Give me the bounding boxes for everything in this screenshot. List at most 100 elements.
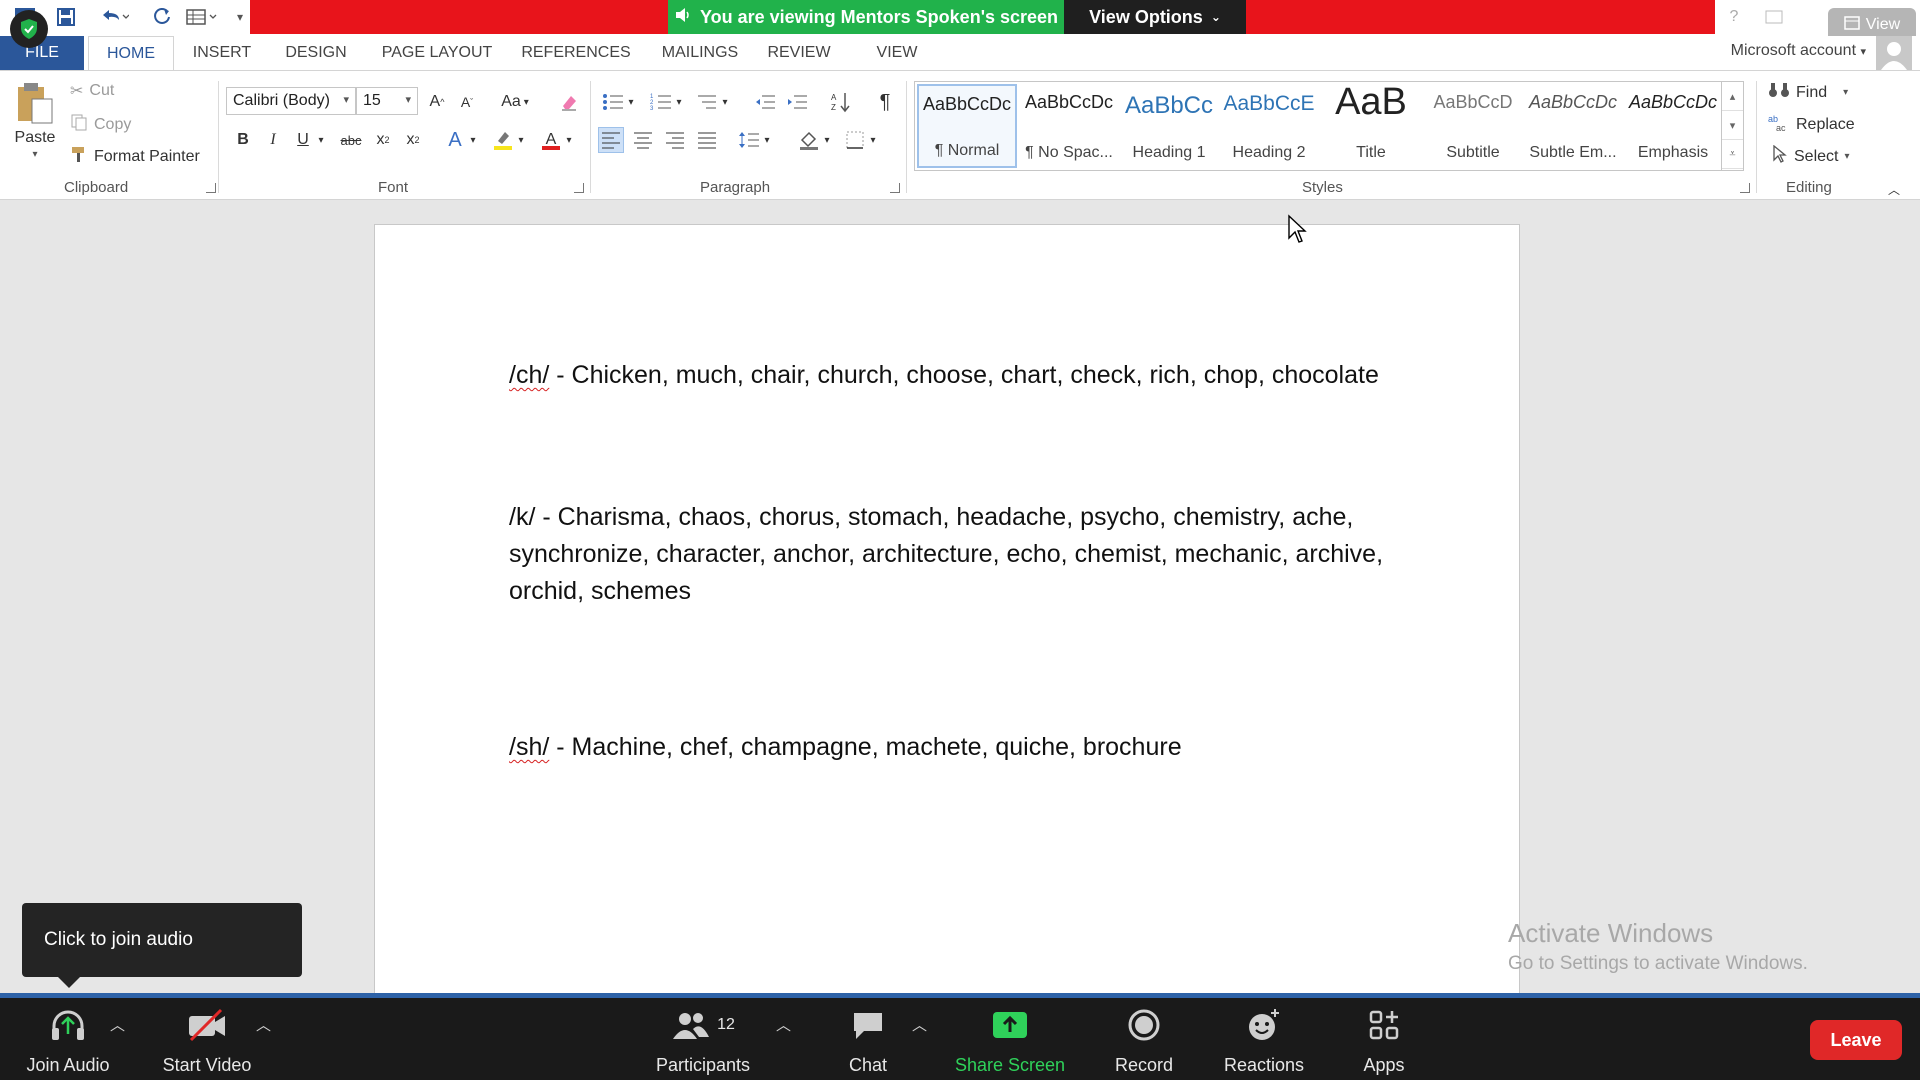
customize-quick-access-icon[interactable]: ▾ — [232, 4, 248, 30]
chat-button[interactable]: Chat — [828, 1006, 908, 1076]
leave-button[interactable]: Leave — [1810, 1020, 1902, 1060]
style-name: ¶ No Spac... — [1025, 144, 1113, 161]
change-case-button[interactable]: Aa ▾ — [494, 89, 536, 115]
style-subtitle[interactable]: AaBbCcD Subtitle — [1423, 84, 1523, 168]
redo-icon[interactable] — [148, 4, 176, 30]
view-options-button[interactable]: View Options ⌄ — [1064, 0, 1246, 34]
chevron-down-icon[interactable]: ▾ — [562, 127, 576, 153]
help-icon[interactable]: ? — [1722, 4, 1746, 30]
italic-icon[interactable]: I — [260, 127, 286, 153]
tab-mailings[interactable]: MAILINGS — [652, 36, 748, 70]
style-heading-2[interactable]: AaBbCcE Heading 2 — [1219, 84, 1319, 168]
copy-button[interactable]: Copy — [70, 113, 131, 136]
style-subtle-emphasis[interactable]: AaBbCcDc Subtle Em... — [1523, 84, 1623, 168]
chevron-down-icon[interactable]: ▾ — [466, 127, 480, 153]
format-painter-button[interactable]: Format Painter — [70, 145, 200, 168]
align-center-icon[interactable] — [630, 127, 656, 153]
scroll-down-icon[interactable]: ▾ — [1722, 111, 1743, 140]
clear-formatting-icon[interactable] — [556, 89, 582, 115]
table-icon[interactable] — [182, 4, 222, 30]
font-family-select[interactable]: Calibri (Body) ▾ — [226, 87, 356, 115]
scroll-up-icon[interactable]: ▴ — [1722, 82, 1743, 111]
clipboard-launcher-icon[interactable] — [206, 183, 216, 193]
paragraph-sh[interactable]: /sh/ - Machine, chef, champagne, machete… — [509, 729, 1409, 766]
chevron-down-icon[interactable]: ▾ — [820, 127, 834, 153]
tab-page-layout[interactable]: PAGE LAYOUT — [372, 36, 502, 70]
save-icon[interactable] — [52, 4, 80, 30]
tab-home[interactable]: HOME — [88, 36, 174, 70]
grow-font-icon[interactable]: A ^ — [424, 89, 450, 115]
font-color-icon[interactable]: A — [538, 127, 564, 153]
cut-button[interactable]: ✂ Cut — [70, 81, 114, 101]
align-right-icon[interactable] — [662, 127, 688, 153]
reactions-button[interactable]: Reactions — [1214, 1006, 1314, 1076]
decrease-indent-icon[interactable] — [752, 89, 778, 115]
find-button[interactable]: Find ▾ — [1768, 81, 1848, 104]
chat-caret-icon[interactable]: ︿ — [912, 1014, 927, 1035]
show-formatting-icon[interactable]: ¶ — [872, 89, 898, 115]
underline-icon[interactable]: U — [290, 127, 316, 153]
numbering-icon[interactable]: 123 — [648, 89, 674, 115]
chevron-down-icon[interactable]: ▾ — [314, 127, 328, 153]
style-emphasis[interactable]: AaBbCcDc Emphasis — [1623, 84, 1723, 168]
styles-launcher-icon[interactable] — [1740, 183, 1750, 193]
subscript-icon[interactable]: x2 — [370, 127, 396, 153]
participants-caret-icon[interactable]: ︿ — [776, 1014, 791, 1035]
account-menu[interactable]: Microsoft account ▾ — [1731, 42, 1866, 60]
font-launcher-icon[interactable] — [574, 183, 584, 193]
more-styles-icon[interactable]: ⩡ — [1722, 140, 1743, 169]
tab-view[interactable]: VIEW — [868, 36, 926, 70]
highlight-icon[interactable] — [490, 127, 516, 153]
tab-design[interactable]: DESIGN — [272, 36, 360, 70]
record-button[interactable]: Record — [1100, 1006, 1188, 1076]
share-screen-button[interactable]: Share Screen — [950, 1006, 1070, 1076]
font-size-select[interactable]: 15 ▾ — [356, 87, 418, 115]
apps-button[interactable]: Apps — [1344, 1006, 1424, 1076]
avatar[interactable] — [1876, 36, 1912, 70]
bullets-icon[interactable] — [600, 89, 626, 115]
replace-button[interactable]: ab ac Replace — [1768, 113, 1855, 136]
multilevel-list-icon[interactable] — [694, 89, 720, 115]
chevron-down-icon[interactable]: ▾ — [866, 127, 880, 153]
sort-icon[interactable]: AZ — [828, 89, 854, 115]
tab-insert[interactable]: INSERT — [182, 36, 262, 70]
join-audio-button[interactable]: Join Audio — [18, 1006, 118, 1076]
document-page[interactable]: /ch/ - Chicken, much, chair, church, cho… — [374, 224, 1520, 1014]
paragraph-ch[interactable]: /ch/ - Chicken, much, chair, church, cho… — [509, 357, 1409, 394]
undo-icon[interactable] — [94, 4, 134, 30]
superscript-icon[interactable]: x2 — [400, 127, 426, 153]
video-options-caret-icon[interactable]: ︿ — [256, 1014, 271, 1035]
chevron-down-icon[interactable]: ▾ — [624, 89, 638, 115]
paste-button[interactable]: Paste ▾ — [12, 81, 58, 160]
chevron-down-icon[interactable]: ▾ — [514, 127, 528, 153]
chevron-down-icon[interactable]: ▾ — [718, 89, 732, 115]
collapse-ribbon-icon[interactable]: ︿ — [1884, 179, 1904, 199]
tab-references[interactable]: REFERENCES — [516, 36, 636, 70]
shading-icon[interactable] — [796, 127, 822, 153]
align-left-icon[interactable] — [598, 127, 624, 153]
chevron-down-icon[interactable]: ▾ — [672, 89, 686, 115]
style-no-spacing[interactable]: AaBbCcDc ¶ No Spac... — [1019, 84, 1119, 168]
bold-icon[interactable]: B — [230, 127, 256, 153]
paragraph-k[interactable]: /k/ - Charisma, chaos, chorus, stomach, … — [509, 499, 1409, 610]
borders-icon[interactable] — [842, 127, 868, 153]
start-video-button[interactable]: Start Video — [152, 1006, 262, 1076]
text-effects-icon[interactable]: A — [442, 127, 468, 153]
style-title[interactable]: AaB Title — [1321, 84, 1421, 168]
audio-options-caret-icon[interactable]: ︿ — [110, 1014, 125, 1035]
tab-review[interactable]: REVIEW — [762, 36, 836, 70]
strikethrough-icon[interactable]: abc — [338, 127, 364, 153]
chevron-down-icon[interactable]: ▾ — [760, 127, 774, 153]
style-normal[interactable]: AaBbCcDc ¶ Normal — [917, 84, 1017, 168]
increase-indent-icon[interactable] — [784, 89, 810, 115]
justify-icon[interactable] — [694, 127, 720, 153]
paragraph-launcher-icon[interactable] — [890, 183, 900, 193]
line-spacing-icon[interactable] — [736, 127, 762, 153]
participants-button[interactable]: 12 Participants — [648, 1006, 758, 1076]
select-button[interactable]: Select ▾ — [1772, 144, 1850, 168]
security-shield-icon[interactable] — [10, 10, 48, 48]
copy-icon — [70, 113, 88, 136]
ribbon-display-icon[interactable] — [1762, 4, 1786, 30]
shrink-font-icon[interactable]: Aˇ — [454, 89, 480, 115]
style-heading-1[interactable]: AaBbCc Heading 1 — [1119, 84, 1219, 168]
